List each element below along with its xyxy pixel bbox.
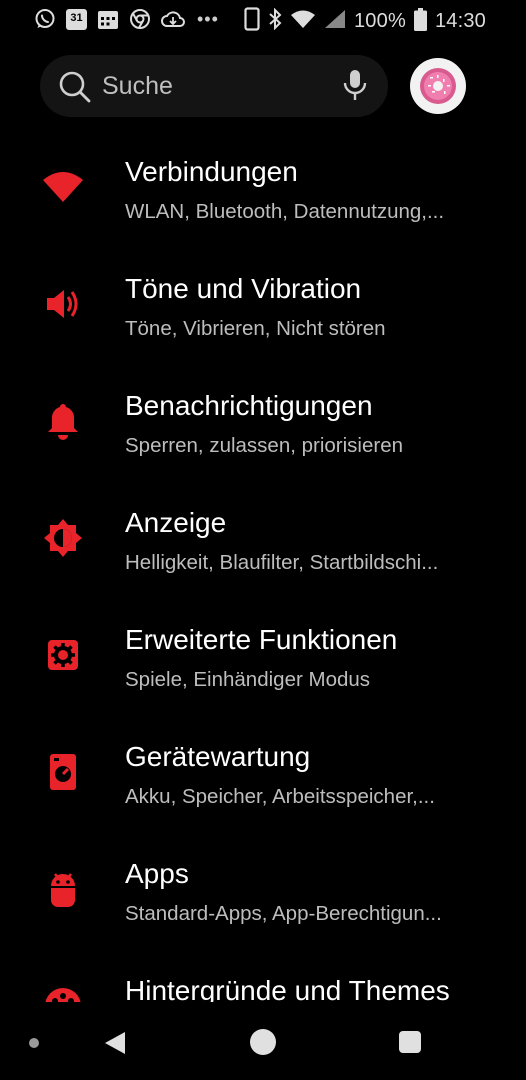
- avatar[interactable]: [410, 58, 466, 114]
- item-title: Erweiterte Funktionen: [125, 624, 398, 655]
- calendar-grid-icon: [97, 9, 119, 30]
- status-bar: 31 ••• 100% 14:30: [0, 0, 526, 40]
- battery-icon: [413, 7, 427, 36]
- nav-dot-icon[interactable]: [29, 1038, 39, 1048]
- battery-percent: 100%: [353, 10, 406, 32]
- palette-icon: [42, 985, 84, 1002]
- signal-icon: [324, 9, 346, 34]
- bell-icon: [42, 400, 84, 442]
- settings-item-anzeige[interactable]: Anzeige Helligkeit, Blaufilter, Startbil…: [0, 481, 526, 598]
- item-subtitle: WLAN, Bluetooth, Datennutzung,...: [125, 200, 445, 223]
- item-subtitle: Spiele, Einhändiger Modus: [125, 668, 371, 691]
- item-title: Töne und Vibration: [125, 273, 362, 304]
- whatsapp-icon: [34, 8, 56, 30]
- search-bar[interactable]: Suche: [40, 55, 388, 117]
- settings-list: Verbindungen WLAN, Bluetooth, Datennutzu…: [0, 130, 526, 1002]
- item-title: Anzeige: [125, 507, 227, 538]
- search-icon: [58, 70, 92, 109]
- item-title: Gerätewartung: [125, 741, 311, 772]
- settings-item-benachrichtigungen[interactable]: Benachrichtigungen Sperren, zulassen, pr…: [0, 364, 526, 481]
- home-icon[interactable]: [249, 1028, 277, 1061]
- settings-item-hintergruende[interactable]: Hintergründe und Themes: [0, 949, 526, 1002]
- item-title: Verbindungen: [125, 156, 298, 187]
- clock: 14:30: [434, 10, 486, 32]
- search-placeholder: Suche: [102, 72, 173, 100]
- device-care-icon: [42, 751, 84, 793]
- calendar-icon: 31: [66, 8, 87, 30]
- bluetooth-icon: [268, 7, 282, 35]
- wifi-icon: [42, 168, 84, 210]
- item-subtitle: Standard-Apps, App-Berechtigun...: [125, 902, 442, 925]
- brightness-icon: [42, 517, 84, 559]
- item-subtitle: Töne, Vibrieren, Nicht stören: [125, 317, 386, 340]
- item-title: Benachrichtigungen: [125, 390, 373, 421]
- android-icon: [42, 868, 84, 910]
- recents-icon[interactable]: [398, 1030, 422, 1059]
- microphone-icon[interactable]: [342, 68, 368, 109]
- more-icon: •••: [197, 8, 219, 29]
- settings-item-toene[interactable]: Töne und Vibration Töne, Vibrieren, Nich…: [0, 247, 526, 364]
- item-title: Apps: [125, 858, 189, 889]
- back-icon[interactable]: [103, 1030, 127, 1061]
- settings-item-verbindungen[interactable]: Verbindungen WLAN, Bluetooth, Datennutzu…: [0, 130, 526, 247]
- gear-icon: [42, 634, 84, 676]
- phone-outline-icon: [244, 7, 260, 36]
- settings-item-apps[interactable]: Apps Standard-Apps, App-Berechtigun...: [0, 832, 526, 949]
- item-subtitle: Sperren, zulassen, priorisieren: [125, 434, 404, 457]
- item-subtitle: Helligkeit, Blaufilter, Startbildschi...: [125, 551, 439, 574]
- settings-item-geraetewartung[interactable]: Gerätewartung Akku, Speicher, Arbeitsspe…: [0, 715, 526, 832]
- volume-icon: [42, 283, 84, 325]
- calendar-day: 31: [70, 11, 83, 24]
- navigation-bar: [0, 1002, 526, 1080]
- item-title: Hintergründe und Themes: [125, 975, 450, 1002]
- chrome-icon: [129, 8, 151, 30]
- settings-item-erweiterte-funktionen[interactable]: Erweiterte Funktionen Spiele, Einhändige…: [0, 598, 526, 715]
- cloud-sync-icon: [161, 8, 185, 30]
- wifi-icon: [290, 9, 316, 34]
- item-subtitle: Akku, Speicher, Arbeitsspeicher,...: [125, 785, 435, 808]
